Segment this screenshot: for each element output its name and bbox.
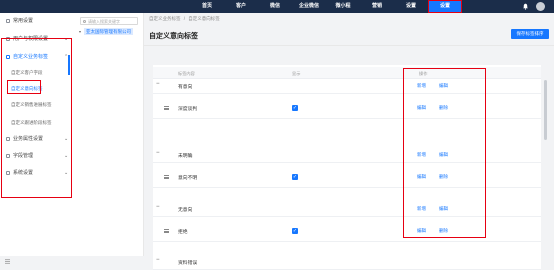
sidebar-item-common[interactable]: 常用设置 [6, 17, 33, 25]
menu-icon[interactable] [5, 259, 10, 264]
drag-handle-icon[interactable] [164, 106, 169, 111]
top-nav-bar: 首页 客户 微信 企业微信 微小程 营销 设置 设置 [0, 0, 554, 13]
tree-search-input[interactable]: 请输入搜索关键字 [80, 17, 138, 25]
drag-handle-icon[interactable] [164, 229, 169, 234]
breadcrumb-item: 自定义意向标签 [188, 16, 220, 21]
collapse-icon[interactable]: − [156, 150, 160, 156]
tree-node-label: 亚太国际管理有限公司 [84, 28, 134, 35]
nav-mini-program[interactable]: 微小程 [326, 0, 360, 13]
tree-node-company[interactable]: ▾ 亚太国际管理有限公司 [79, 28, 134, 35]
nav-customers[interactable]: 客户 [224, 0, 258, 13]
tag-label: 拒绝 [178, 230, 188, 235]
collapse-icon[interactable]: − [156, 257, 160, 263]
caret-down-icon: ▾ [79, 29, 82, 34]
tag-label: 意向不明 [178, 176, 198, 181]
tag-label: 深度谈判 [178, 107, 198, 112]
bell-icon[interactable] [522, 3, 529, 10]
search-icon [83, 20, 86, 23]
group-label: 无意向 [178, 208, 193, 213]
highlight-box-intent-tags [7, 80, 41, 94]
save-sort-button[interactable]: 保存标签排序 [511, 29, 549, 39]
breadcrumb: 自定义业务标签 / 自定义意向标签 [149, 16, 222, 22]
collapse-icon[interactable]: − [156, 204, 160, 210]
table-row: − 资料错误 [153, 255, 541, 270]
nav-marketing[interactable]: 营销 [360, 0, 394, 13]
group-label: 资料错误 [178, 261, 198, 266]
nav-work-wechat[interactable]: 企业微信 [292, 0, 326, 13]
visible-checkbox[interactable]: ✓ [292, 105, 298, 111]
org-tree-panel: 请输入搜索关键字 ▾ 亚太国际管理有限公司 [75, 13, 144, 256]
page-title: 自定义意向标签 [149, 33, 198, 40]
tree-search-placeholder: 请输入搜索关键字 [88, 19, 120, 24]
nav-settings[interactable]: 设置 [394, 0, 428, 13]
header-visible: 显示 [292, 71, 301, 76]
breadcrumb-separator: / [183, 16, 186, 21]
nav-home[interactable]: 首页 [190, 0, 224, 13]
avatar[interactable] [536, 2, 545, 11]
main-content: 自定义业务标签 / 自定义意向标签 自定义意向标签 保存标签排序 标签内容 显示… [143, 13, 554, 270]
active-indicator [68, 55, 70, 75]
breadcrumb-item[interactable]: 自定义业务标签 [149, 16, 181, 21]
drag-handle-icon[interactable] [164, 175, 169, 180]
sidebar-item-label: 常用设置 [13, 18, 34, 24]
highlight-box-actions [403, 68, 486, 238]
visible-checkbox[interactable]: ✓ [292, 228, 298, 234]
header-tag-content: 标签内容 [178, 71, 195, 76]
nav-wechat[interactable]: 微信 [258, 0, 292, 13]
collapse-icon[interactable]: − [156, 81, 160, 87]
highlight-box-sidebar [1, 38, 72, 198]
nav-settings-active[interactable]: 设置 [428, 0, 462, 13]
visible-checkbox[interactable]: ✓ [292, 174, 298, 180]
scrollbar[interactable] [544, 80, 547, 140]
divider [143, 45, 554, 46]
top-nav: 首页 客户 微信 企业微信 微小程 营销 设置 设置 [190, 0, 462, 13]
group-label: 未明确 [178, 154, 193, 159]
settings-icon [6, 19, 10, 23]
group-label: 有意向 [178, 85, 193, 90]
